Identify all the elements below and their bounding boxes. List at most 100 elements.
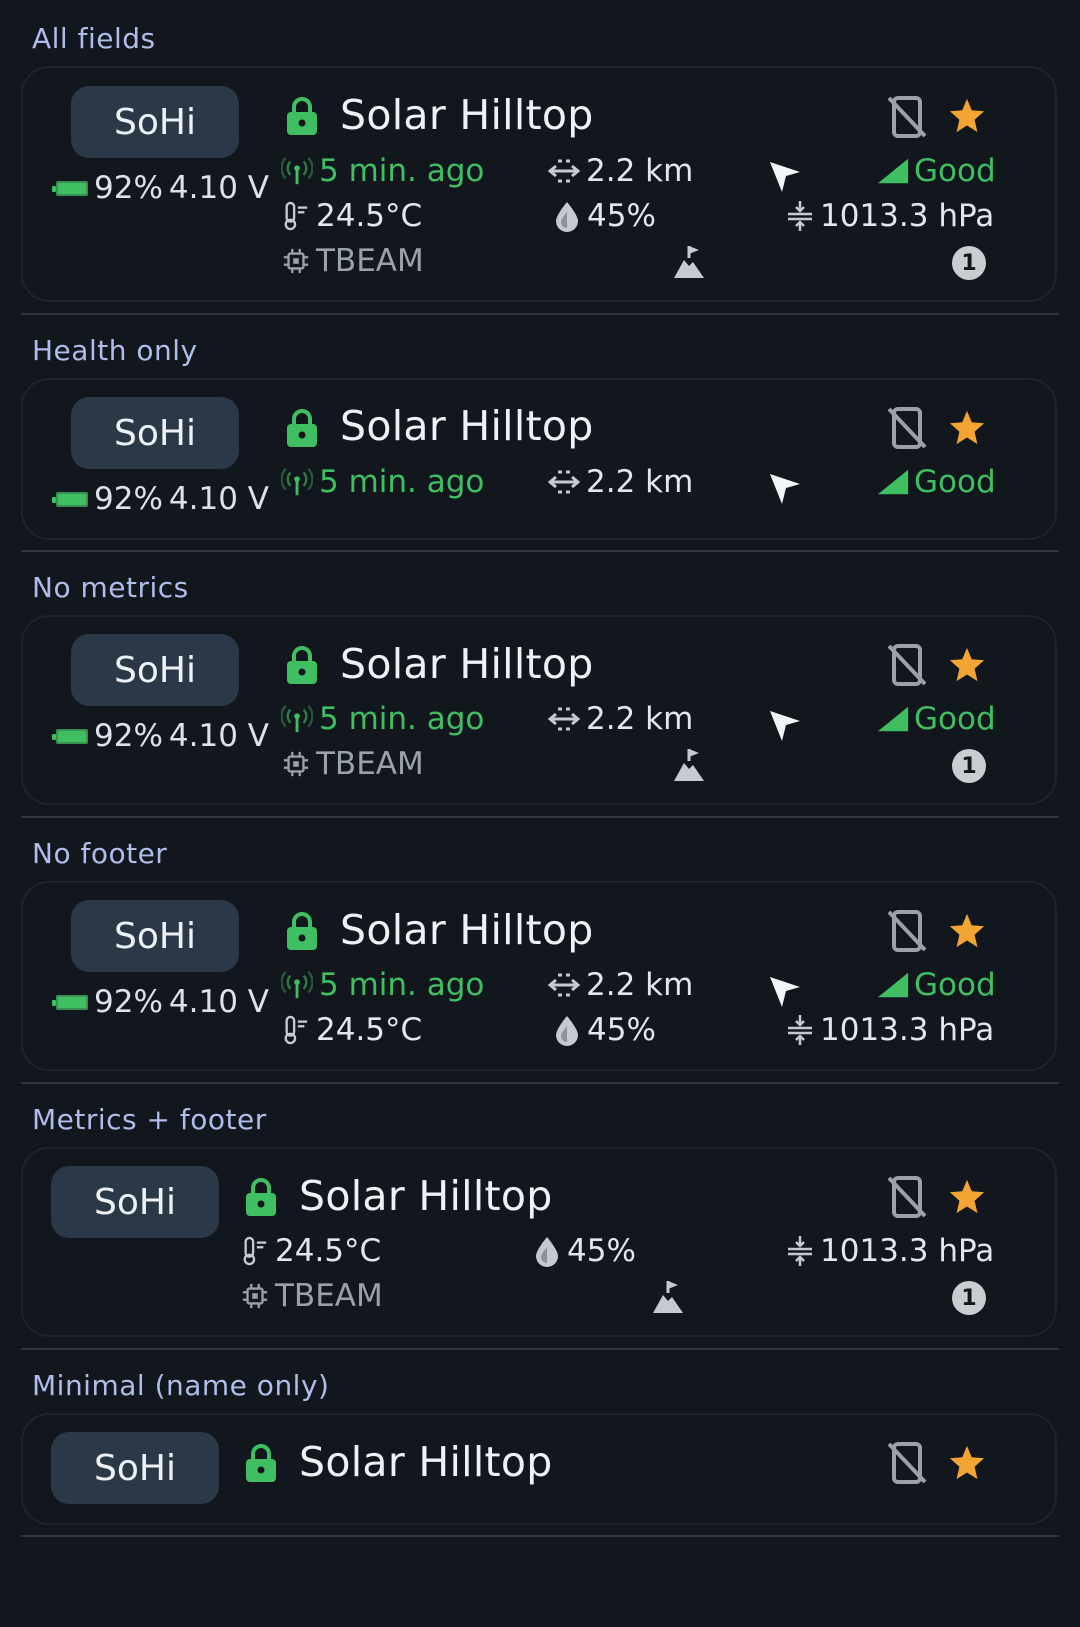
node-name: Solar Hilltop bbox=[340, 402, 594, 450]
lock-icon bbox=[286, 645, 318, 685]
hardware-text: TBEAM bbox=[316, 746, 424, 782]
no-phone-icon[interactable] bbox=[885, 405, 929, 451]
distance: 2.2 km bbox=[548, 464, 693, 500]
pressure-icon bbox=[786, 1014, 814, 1046]
lock-icon bbox=[286, 911, 318, 951]
section-title: Metrics + footer bbox=[32, 1103, 267, 1136]
no-phone-icon[interactable] bbox=[885, 908, 929, 954]
battery-row: 92% 4.10 V bbox=[52, 984, 269, 1020]
pressure-text: 1013.3 hPa bbox=[820, 198, 995, 234]
section-title: Health only bbox=[32, 334, 198, 367]
lock-icon bbox=[245, 1443, 277, 1483]
battery-icon bbox=[52, 994, 88, 1010]
humidity-text: 45% bbox=[587, 1012, 656, 1048]
humidity-text: 45% bbox=[587, 198, 656, 234]
battery-icon bbox=[52, 180, 88, 196]
direction-arrow-icon bbox=[768, 709, 802, 743]
thermometer-icon bbox=[282, 200, 310, 232]
voltage: 4.10 V bbox=[168, 718, 269, 754]
section-title: No footer bbox=[32, 837, 168, 870]
hardware-text: TBEAM bbox=[316, 243, 424, 279]
elevation-icon bbox=[672, 747, 706, 783]
hardware: TBEAM bbox=[241, 1278, 383, 1314]
star-icon[interactable] bbox=[948, 645, 986, 683]
lock-icon bbox=[245, 1177, 277, 1217]
star-icon[interactable] bbox=[948, 911, 986, 949]
signal-text: Good bbox=[914, 701, 996, 737]
signal-icon bbox=[876, 704, 910, 734]
signal-icon bbox=[876, 156, 910, 186]
battery-percent: 92% bbox=[94, 170, 163, 206]
star-icon[interactable] bbox=[948, 1177, 986, 1215]
distance-text: 2.2 km bbox=[586, 701, 694, 737]
temperature-text: 24.5°C bbox=[316, 1012, 423, 1048]
distance-icon bbox=[548, 468, 580, 496]
signal: Good bbox=[876, 153, 996, 189]
battery-percent: 92% bbox=[94, 718, 163, 754]
no-phone-icon[interactable] bbox=[885, 94, 929, 140]
hops-badge-icon: 1 bbox=[952, 246, 986, 280]
hops-badge-icon: 1 bbox=[952, 749, 986, 783]
humidity-drop-icon bbox=[553, 1014, 581, 1046]
battery-row: 92% 4.10 V bbox=[52, 481, 269, 517]
node-name: Solar Hilltop bbox=[299, 1172, 553, 1220]
signal-text: Good bbox=[914, 967, 996, 1003]
signal: Good bbox=[876, 967, 996, 1003]
battery-percent: 92% bbox=[94, 481, 163, 517]
star-icon[interactable] bbox=[948, 96, 986, 134]
last-heard-text: 5 min. ago bbox=[319, 701, 485, 737]
antenna-icon bbox=[281, 970, 313, 1000]
distance: 2.2 km bbox=[548, 701, 693, 737]
signal-icon bbox=[876, 467, 910, 497]
divider bbox=[21, 816, 1059, 818]
signal-icon bbox=[876, 970, 910, 1000]
no-phone-icon[interactable] bbox=[885, 1440, 929, 1486]
antenna-icon bbox=[281, 704, 313, 734]
short-name-chip: SoHi bbox=[71, 634, 239, 706]
section-title: Minimal (name only) bbox=[32, 1369, 330, 1402]
temperature: 24.5°C bbox=[241, 1233, 381, 1269]
chip-icon bbox=[282, 749, 310, 779]
hardware: TBEAM bbox=[282, 746, 424, 782]
pressure-icon bbox=[786, 200, 814, 232]
battery-percent: 92% bbox=[94, 984, 163, 1020]
divider bbox=[21, 1082, 1059, 1084]
signal-text: Good bbox=[914, 153, 996, 189]
short-name-chip: SoHi bbox=[51, 1166, 219, 1238]
distance-text: 2.2 km bbox=[586, 464, 694, 500]
hardware: TBEAM bbox=[282, 243, 424, 279]
temperature: 24.5°C bbox=[282, 1012, 422, 1048]
pressure: 1013.3 hPa bbox=[786, 198, 994, 234]
humidity-drop-icon bbox=[553, 200, 581, 232]
lock-icon bbox=[286, 408, 318, 448]
no-phone-icon[interactable] bbox=[885, 1174, 929, 1220]
direction-arrow-icon bbox=[768, 975, 802, 1009]
no-phone-icon[interactable] bbox=[885, 642, 929, 688]
temperature: 24.5°C bbox=[282, 198, 422, 234]
star-icon[interactable] bbox=[948, 1443, 986, 1481]
distance: 2.2 km bbox=[548, 967, 693, 1003]
last-heard: 5 min. ago bbox=[281, 967, 484, 1003]
divider bbox=[21, 313, 1059, 315]
distance-text: 2.2 km bbox=[586, 153, 694, 189]
thermometer-icon bbox=[241, 1235, 269, 1267]
section-title: No metrics bbox=[32, 571, 189, 604]
humidity: 45% bbox=[553, 198, 656, 234]
star-icon[interactable] bbox=[948, 408, 986, 446]
pressure-icon bbox=[786, 1235, 814, 1267]
voltage: 4.10 V bbox=[168, 481, 269, 517]
section-title: All fields bbox=[32, 22, 156, 55]
last-heard-text: 5 min. ago bbox=[319, 153, 485, 189]
node-name: Solar Hilltop bbox=[340, 640, 594, 688]
humidity-drop-icon bbox=[533, 1235, 561, 1267]
voltage: 4.10 V bbox=[168, 984, 269, 1020]
pressure-text: 1013.3 hPa bbox=[820, 1012, 995, 1048]
temperature-text: 24.5°C bbox=[316, 198, 423, 234]
short-name-chip: SoHi bbox=[71, 397, 239, 469]
signal: Good bbox=[876, 701, 996, 737]
pressure-text: 1013.3 hPa bbox=[820, 1233, 995, 1269]
chip-icon bbox=[241, 1281, 269, 1311]
elevation-icon bbox=[672, 244, 706, 280]
hardware-text: TBEAM bbox=[275, 1278, 383, 1314]
distance-text: 2.2 km bbox=[586, 967, 694, 1003]
